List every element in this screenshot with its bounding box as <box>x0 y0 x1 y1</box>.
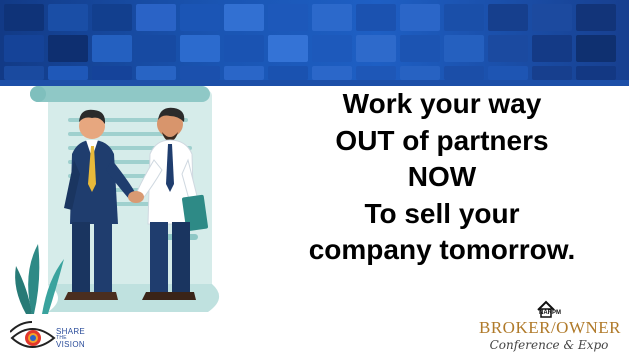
header-banner <box>0 0 629 86</box>
narpm-label: NARPM <box>539 310 561 316</box>
headline-line-2: OUT of partners <box>335 124 549 156</box>
headline-line-3: NOW <box>407 161 477 192</box>
headline-line-5: company tomorrow. <box>308 234 576 265</box>
broker-owner-logo: NARPM BROKER/OWNER Conference & Expo <box>479 300 621 356</box>
handshake-business-illustration <box>15 86 220 314</box>
slide: Work your way OUT of partners NOW To sel… <box>0 0 629 358</box>
broker-owner-subtitle: Conference & Expo <box>489 338 609 352</box>
eye-icon <box>10 321 56 348</box>
headline-line-1: Work your way <box>342 88 542 119</box>
headline-line-4: To sell your <box>364 197 520 229</box>
headline: Work your way OUT of partners NOW To sel… <box>262 86 622 269</box>
broker-owner-title: BROKER/OWNER <box>479 318 621 337</box>
share-logo-line-3: VISION <box>56 340 85 349</box>
share-the-vision-logo: SHARE THE VISION <box>56 328 85 349</box>
